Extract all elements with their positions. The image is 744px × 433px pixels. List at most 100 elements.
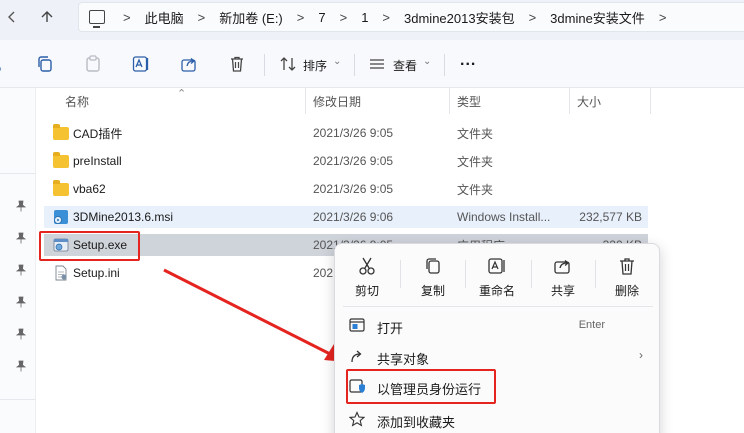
file-name: 3DMine2013.6.msi — [73, 210, 174, 224]
file-type: 文件夹 — [457, 126, 494, 141]
nav-divider — [0, 399, 36, 400]
share-label: 共享 — [550, 284, 575, 298]
scissors-icon — [357, 256, 377, 276]
address-row: > 此电脑 > 新加卷 (E:) > 7 > 1 > 3dmine2013安装包… — [0, 0, 744, 40]
share-icon[interactable] — [179, 54, 199, 74]
address-bar[interactable]: > 此电脑 > 新加卷 (E:) > 7 > 1 > 3dmine2013安装包… — [78, 2, 744, 32]
rename-icon[interactable] — [131, 54, 151, 74]
file-name: Setup.ini — [73, 266, 120, 280]
trash-icon — [617, 256, 637, 276]
chevron-right-icon[interactable]: > — [340, 10, 348, 25]
cut-button[interactable]: 剪切 — [339, 254, 395, 298]
sort-indicator-icon: ⌃ — [177, 87, 187, 100]
column-divider[interactable] — [569, 88, 570, 114]
share-with-icon — [349, 348, 365, 364]
rename-icon — [487, 256, 507, 276]
file-type: Windows Install... — [457, 210, 551, 224]
column-header-size[interactable]: 大小 — [577, 88, 601, 114]
menu-item-open[interactable]: 打开 Enter — [335, 310, 659, 340]
chevron-down-icon[interactable]: ⌄ — [423, 56, 431, 67]
up-arrow-icon[interactable] — [36, 8, 58, 26]
file-row[interactable]: vba62 2021/3/26 9:05 文件夹 — [44, 178, 648, 200]
view-button[interactable]: 查看 — [393, 57, 417, 74]
menu-item-shortcut: Enter — [578, 319, 605, 331]
delete-button[interactable]: 删除 — [599, 254, 655, 298]
command-bar: 排序 ⌄ 查看 ⌄ ... — [0, 40, 744, 88]
file-row[interactable]: 3DMine2013.6.msi 2021/3/26 9:06 Windows … — [44, 206, 648, 228]
column-header-date[interactable]: 修改日期 — [313, 88, 361, 114]
ini-icon — [53, 265, 69, 281]
breadcrumb-installer-package[interactable]: 3dmine2013安装包 — [404, 8, 515, 27]
breadcrumb-drive[interactable]: 新加卷 (E:) — [219, 8, 283, 27]
chevron-down-icon[interactable]: ⌄ — [333, 56, 341, 67]
file-row[interactable]: preInstall 2021/3/26 9:05 文件夹 — [44, 150, 648, 172]
file-date: 2021/3/26 9:05 — [313, 126, 394, 140]
chevron-right-icon[interactable]: > — [659, 10, 667, 25]
chevron-right-icon[interactable]: > — [382, 10, 390, 25]
file-name: CAD插件 — [73, 126, 123, 141]
nav-divider — [0, 173, 36, 174]
column-header-type[interactable]: 类型 — [457, 88, 481, 114]
pin-icon[interactable] — [16, 360, 26, 372]
rename-label: 重命名 — [478, 284, 515, 298]
computer-icon — [89, 10, 105, 28]
file-date: 2021/3/26 9:05 — [313, 182, 394, 196]
chevron-left-icon[interactable] — [0, 8, 24, 26]
file-date: 2021/3/26 9:05 — [313, 154, 394, 168]
quick-separator — [595, 260, 596, 288]
pin-icon[interactable] — [16, 264, 26, 276]
share-button[interactable]: 共享 — [535, 254, 591, 298]
quick-separator — [400, 260, 401, 288]
star-icon — [349, 411, 365, 427]
column-divider[interactable] — [650, 88, 651, 114]
menu-item-add-favorites[interactable]: 添加到收藏夹 — [335, 404, 659, 433]
quick-separator — [531, 260, 532, 288]
column-divider[interactable] — [305, 88, 306, 114]
folder-icon — [53, 180, 69, 197]
file-size: 232,577 KB — [579, 210, 642, 224]
toolbar-separator — [264, 54, 265, 76]
navigation-pane — [0, 88, 36, 433]
menu-divider — [343, 306, 653, 307]
annotation-arrow — [163, 268, 346, 362]
chevron-right-icon[interactable]: > — [297, 10, 305, 25]
breadcrumb-folder-1[interactable]: 1 — [361, 10, 368, 25]
folder-icon — [53, 124, 69, 141]
cut-icon[interactable] — [0, 54, 12, 74]
delete-label: 删除 — [614, 284, 639, 298]
file-type: 文件夹 — [457, 154, 494, 169]
copy-button[interactable]: 复制 — [405, 254, 461, 298]
column-header-name[interactable]: 名称 — [65, 88, 89, 114]
chevron-right-icon[interactable]: > — [198, 10, 206, 25]
folder-icon — [53, 152, 69, 169]
menu-item-label: 添加到收藏夹 — [377, 415, 456, 430]
open-icon — [349, 317, 365, 333]
pin-icon[interactable] — [16, 328, 26, 340]
view-icon[interactable] — [367, 54, 387, 74]
breadcrumb-folder-7[interactable]: 7 — [318, 10, 325, 25]
highlight-box — [39, 231, 140, 261]
copy-icon[interactable] — [35, 54, 55, 74]
menu-item-share-with[interactable]: 共享对象 › — [335, 341, 659, 371]
pin-icon[interactable] — [16, 200, 26, 212]
file-date: 2021/3/26 9:06 — [313, 210, 394, 224]
chevron-right-icon[interactable]: > — [529, 10, 537, 25]
rename-button[interactable]: 重命名 — [469, 254, 525, 298]
copy-icon — [423, 256, 443, 276]
more-options-button[interactable]: ... — [460, 52, 476, 70]
chevron-right-icon[interactable]: > — [123, 10, 131, 25]
share-icon — [553, 256, 573, 276]
msi-icon — [53, 209, 69, 225]
context-menu: 剪切 复制 重命名 共享 删除 打开 Enter 共享对象 › 以管理员身份运行… — [334, 243, 660, 433]
copy-label: 复制 — [420, 284, 445, 298]
file-row[interactable]: CAD插件 2021/3/26 9:05 文件夹 — [44, 122, 648, 144]
sort-icon[interactable] — [278, 54, 298, 74]
pin-icon[interactable] — [16, 232, 26, 244]
trash-icon[interactable] — [227, 54, 247, 74]
breadcrumb-install-files[interactable]: 3dmine安装文件 — [550, 8, 645, 27]
pin-icon[interactable] — [16, 296, 26, 308]
file-type: 文件夹 — [457, 182, 494, 197]
sort-button[interactable]: 排序 — [303, 57, 327, 74]
breadcrumb-this-pc[interactable]: 此电脑 — [145, 8, 184, 27]
column-divider[interactable] — [449, 88, 450, 114]
